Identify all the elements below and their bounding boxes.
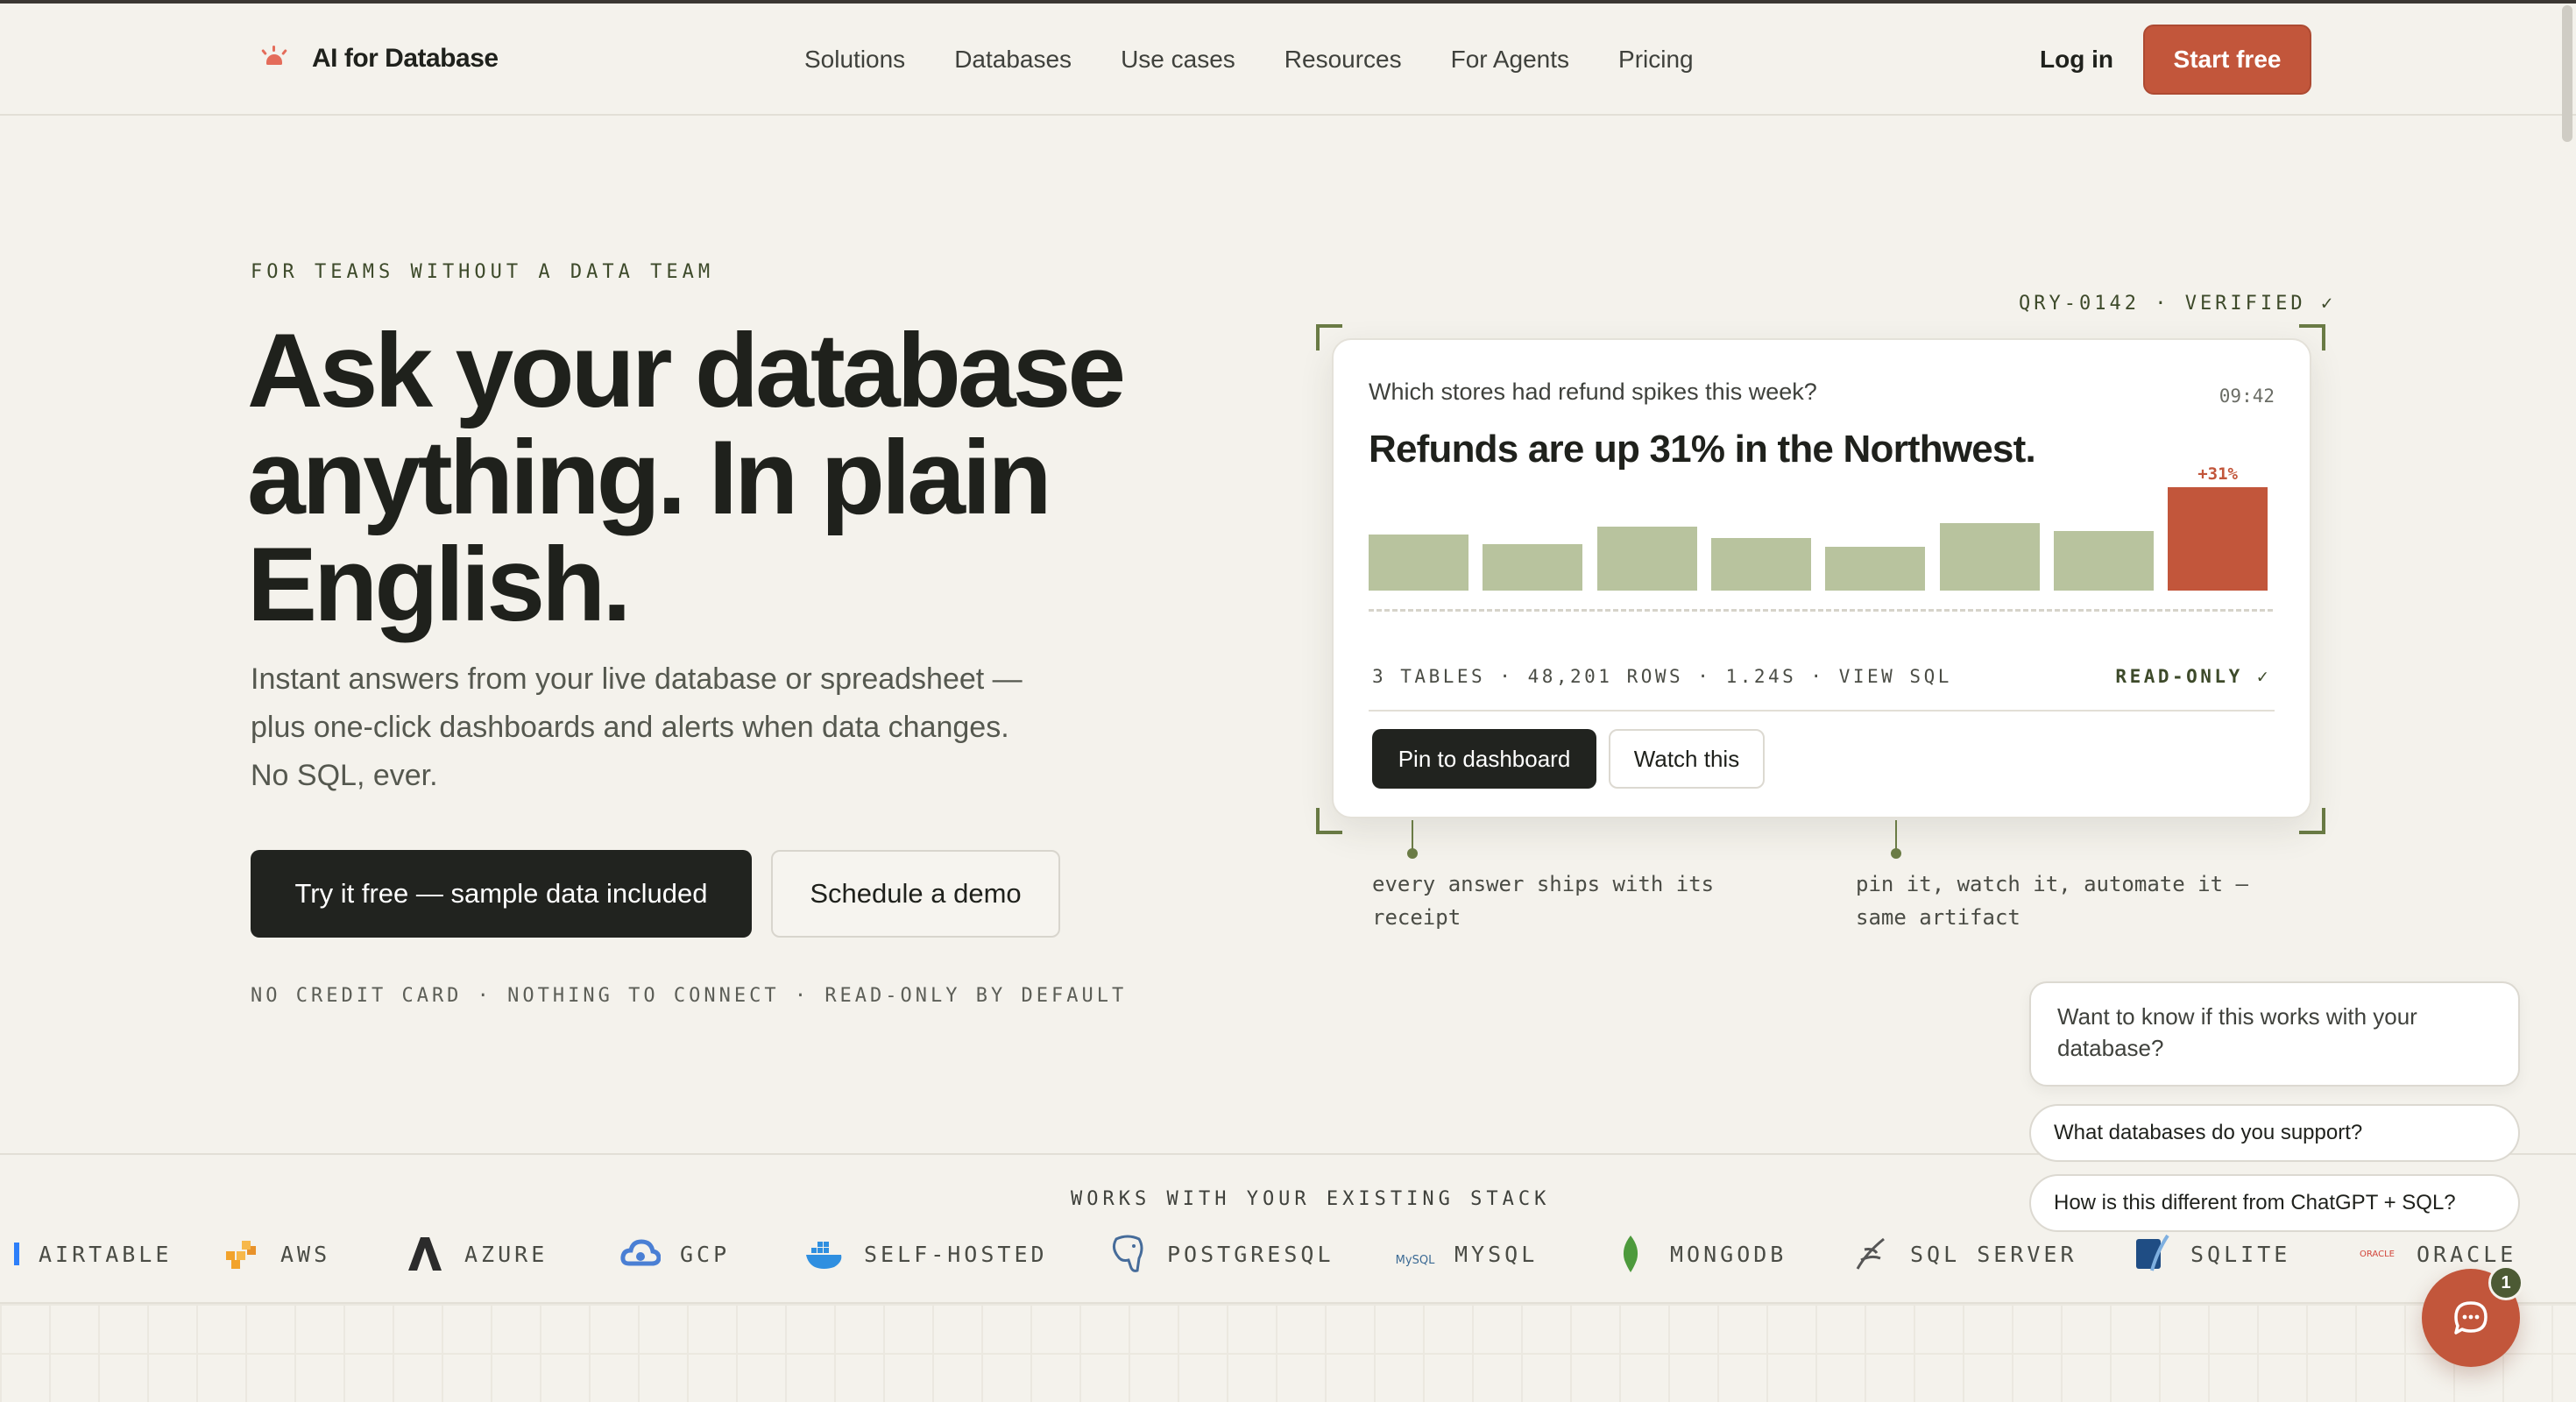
hero-eyebrow: FOR TEAMS WITHOUT A DATA TEAM [251,261,715,283]
annotation-connector [1895,820,1897,850]
nav-databases[interactable]: Databases [954,46,1072,74]
read-only-badge: READ-ONLY ✓ [2115,666,2271,687]
chart-bar [1596,527,1697,591]
top-navigation: AI for Database Solutions Databases Use … [0,4,2576,116]
logo-mysql: MySQL MYSQL [1395,1232,1538,1276]
chart-baseline [1369,609,2273,612]
nav-for-agents[interactable]: For Agents [1451,46,1569,74]
annotation-artifact: pin it, watch it, automate it — same art… [1856,872,2248,930]
chart-bar [2168,487,2268,591]
mongodb-icon [1610,1234,1651,1274]
annotation-receipt: every answer ships with its receipt [1372,872,1715,930]
card-timestamp: 09:42 [2219,386,2275,407]
logo-mongodb: MONGODB [1610,1232,1787,1276]
logo-oracle: ORACLE ORACLE [2357,1232,2516,1276]
schedule-demo-button[interactable]: Schedule a demo [771,850,1060,938]
card-question: Which stores had refund spikes this week… [1369,379,1817,405]
card-meta[interactable]: 3 TABLES · 48,201 ROWS · 1.24S · VIEW SQ… [1372,666,1952,687]
logo-self-hosted: SELF-HOSTED [804,1232,1048,1276]
page-scrollbar[interactable] [2562,5,2572,142]
docker-icon [804,1234,845,1274]
azure-icon [405,1234,445,1274]
nav-solutions[interactable]: Solutions [804,46,905,74]
card-divider [1369,710,2275,712]
chart-bar [1939,523,2040,591]
postgresql-icon [1108,1234,1148,1274]
logo-airtable: AIRTABLE [0,1232,172,1276]
chat-chip-chatgpt[interactable]: How is this different from ChatGPT + SQL… [2029,1174,2520,1232]
chat-chip-databases[interactable]: What databases do you support? [2029,1104,2520,1162]
mysql-icon: MySQL [1395,1253,1435,1267]
refund-bar-chart: +31% [1369,464,2273,612]
pin-to-dashboard-button[interactable]: Pin to dashboard [1372,729,1596,789]
chat-notification-badge: 1 [2488,1265,2523,1300]
chart-bar-label: +31% [2197,464,2238,484]
nav-resources[interactable]: Resources [1284,46,1402,74]
chart-bar [1825,547,1926,591]
nav-pricing[interactable]: Pricing [1618,46,1694,74]
chat-prompt-bubble: Want to know if this works with your dat… [2029,981,2520,1087]
hero-headline: Ask your database anything. In plain Eng… [247,317,1211,638]
oracle-icon: ORACLE [2360,1249,2395,1259]
try-free-button[interactable]: Try it free — sample data included [251,850,752,938]
headline-line-2: anything. In plain [247,419,1052,536]
sql-server-icon [1851,1234,1891,1274]
stack-title: WORKS WITH YOUR EXISTING STACK [1071,1188,1551,1210]
logo-azure: AZURE [405,1232,548,1276]
start-free-button[interactable]: Start free [2143,25,2311,95]
watch-this-button[interactable]: Watch this [1609,729,1765,789]
logo-sql-server: SQL SERVER [1851,1232,2077,1276]
chart-bar [2053,531,2154,591]
hero-subtext: Instant answers from your live database … [251,662,1023,792]
sunrise-logo-icon [259,44,289,74]
logo-postgresql: POSTGRESQL [1108,1232,1334,1276]
annotation-dot [1407,848,1418,859]
card-answer: Refunds are up 31% in the Northwest. [1369,428,2036,471]
query-id-label: QRY-0142 · VERIFIED ✓ [2019,293,2337,315]
logo-sqlite: SQLITE [2131,1232,2290,1276]
chart-bar [1369,535,1468,591]
logo-gcp: GCP [620,1232,730,1276]
annotation-dot [1891,848,1901,859]
hero-fineprint: NO CREDIT CARD · NOTHING TO CONNECT · RE… [251,985,1128,1007]
gcp-icon [620,1234,661,1274]
query-answer-card: Which stores had refund spikes this week… [1332,338,2311,818]
headline-line-3: English. [247,526,632,643]
headline-line-1: Ask your database [247,312,1126,429]
chart-bar [1710,538,1811,591]
brand-logo[interactable]: AI for Database [259,44,499,74]
brand-name: AI for Database [312,44,499,73]
nav-use-cases[interactable]: Use cases [1121,46,1235,74]
chart-bar [1483,544,1583,591]
grid-background [0,1304,2576,1402]
aws-icon [221,1234,261,1274]
logo-aws: AWS [221,1232,330,1276]
sqlite-icon [2131,1234,2171,1274]
main-menu: Solutions Databases Use cases Resources … [804,46,1743,74]
annotation-connector [1412,820,1413,850]
chat-bubble-icon [2454,1301,2488,1335]
airtable-icon [0,1234,19,1274]
login-link[interactable]: Log in [2040,46,2113,74]
